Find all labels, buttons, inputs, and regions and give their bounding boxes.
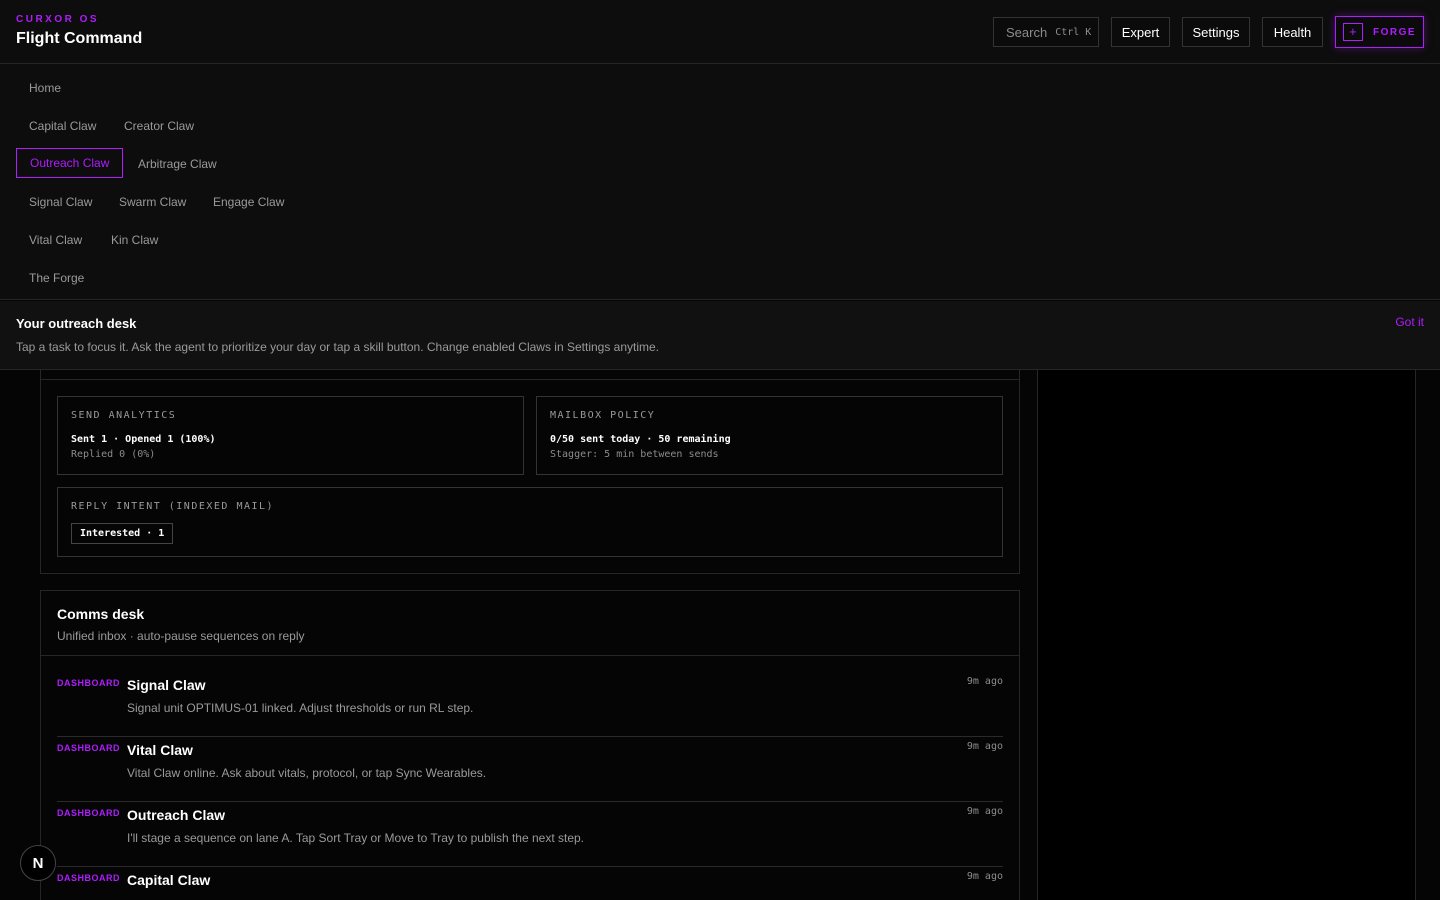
feed-body: Signal unit OPTIMUS-01 linked. Adjust th… (127, 701, 474, 715)
nav-item-kin-claw[interactable]: Kin Claw (98, 225, 171, 255)
banner-text: Tap a task to focus it. Ask the agent to… (16, 340, 660, 354)
mailbox-policy-quota: 0/50 sent today · 50 remaining (550, 434, 731, 445)
comms-desk-header: Comms desk Unified inbox · auto-pause se… (41, 591, 1019, 656)
feed-title: Outreach Claw (127, 807, 226, 823)
feed-time: 9m ago (966, 871, 1003, 882)
send-analytics-label: SEND ANALYTICS (71, 410, 177, 421)
list-item[interactable]: DASHBOARD Vital Claw Vital Claw online. … (57, 737, 1003, 802)
list-item[interactable]: DASHBOARD Outreach Claw I'll stage a seq… (57, 802, 1003, 867)
right-column (1037, 370, 1416, 900)
feed-title: Capital Claw (127, 872, 211, 888)
onboarding-banner: Your outreach desk Tap a task to focus i… (0, 301, 1440, 370)
nav-item-outreach-claw[interactable]: Outreach Claw (16, 148, 124, 178)
mailbox-policy-label: MAILBOX POLICY (550, 410, 656, 421)
nav-item-home[interactable]: Home (16, 73, 74, 103)
nav-item-creator-claw[interactable]: Creator Claw (111, 111, 207, 141)
forge-label: FORGE (1372, 26, 1417, 38)
send-analytics-replies: Replied 0 (0%) (71, 449, 156, 460)
nav-item-vital-claw[interactable]: Vital Claw (16, 225, 95, 255)
feed-body: I'll stage a sequence on lane A. Tap Sor… (127, 831, 585, 845)
nav-item-the-forge[interactable]: The Forge (16, 263, 97, 293)
intent-chip-interested[interactable]: Interested · 1 (71, 523, 174, 544)
health-button[interactable]: Health (1262, 17, 1323, 47)
feed-tag: DASHBOARD (57, 678, 120, 688)
banner-title: Your outreach desk (16, 316, 137, 331)
feed-title: Signal Claw (127, 677, 206, 693)
send-analytics-stats: Sent 1 · Opened 1 (100%) (71, 434, 216, 445)
list-item[interactable]: DASHBOARD Capital Claw 9m ago (57, 867, 1003, 900)
send-analytics-card: SEND ANALYTICS Sent 1 · Opened 1 (100%) … (57, 396, 524, 475)
comms-desk-panel: Comms desk Unified inbox · auto-pause se… (40, 590, 1020, 900)
search-button[interactable]: Search Ctrl K (993, 17, 1099, 47)
plus-icon: + (1342, 23, 1363, 41)
comms-desk-subtitle: Unified inbox · auto-pause sequences on … (57, 629, 305, 643)
feed-tag: DASHBOARD (57, 873, 120, 883)
feed-title: Vital Claw (127, 742, 193, 758)
feed-tag: DASHBOARD (57, 808, 120, 818)
reply-intent-card: REPLY INTENT (INDEXED MAIL) Interested ·… (57, 487, 1003, 557)
got-it-button[interactable]: Got it (1395, 315, 1424, 329)
settings-button[interactable]: Settings (1182, 17, 1250, 47)
search-label: Search (1006, 24, 1048, 40)
feed-tag: DASHBOARD (57, 743, 120, 753)
nav-item-arbitrage-claw[interactable]: Arbitrage Claw (125, 149, 230, 179)
mailbox-policy-stagger: Stagger: 5 min between sends (550, 449, 719, 460)
nav-item-capital-claw[interactable]: Capital Claw (16, 111, 109, 141)
expert-button[interactable]: Expert (1111, 17, 1170, 47)
comms-desk-title: Comms desk (57, 606, 145, 622)
outreach-analytics-panel: SEND ANALYTICS Sent 1 · Opened 1 (100%) … (40, 358, 1020, 574)
brand-label: CURXOR OS (16, 14, 100, 25)
n-logo-icon[interactable]: N (20, 845, 56, 881)
nav-item-engage-claw[interactable]: Engage Claw (200, 187, 297, 217)
feed-time: 9m ago (966, 741, 1003, 752)
search-shortcut: Ctrl K (1055, 26, 1092, 38)
feed-body: Vital Claw online. Ask about vitals, pro… (127, 766, 487, 780)
forge-button[interactable]: + FORGE (1335, 16, 1424, 48)
page-title: Flight Command (16, 30, 143, 47)
app-header: CURXOR OS Flight Command Search Ctrl K E… (0, 0, 1440, 64)
mailbox-policy-card: MAILBOX POLICY 0/50 sent today · 50 rema… (536, 396, 1003, 475)
feed-time: 9m ago (966, 806, 1003, 817)
panel-divider (41, 379, 1019, 380)
reply-intent-label: REPLY INTENT (INDEXED MAIL) (71, 501, 275, 512)
list-item[interactable]: DASHBOARD Signal Claw Signal unit OPTIMU… (57, 672, 1003, 737)
claw-nav: Home Capital Claw Creator Claw Outreach … (0, 64, 1440, 300)
nav-item-signal-claw[interactable]: Signal Claw (16, 187, 105, 217)
feed-time: 9m ago (966, 676, 1003, 687)
nav-item-swarm-claw[interactable]: Swarm Claw (106, 187, 199, 217)
